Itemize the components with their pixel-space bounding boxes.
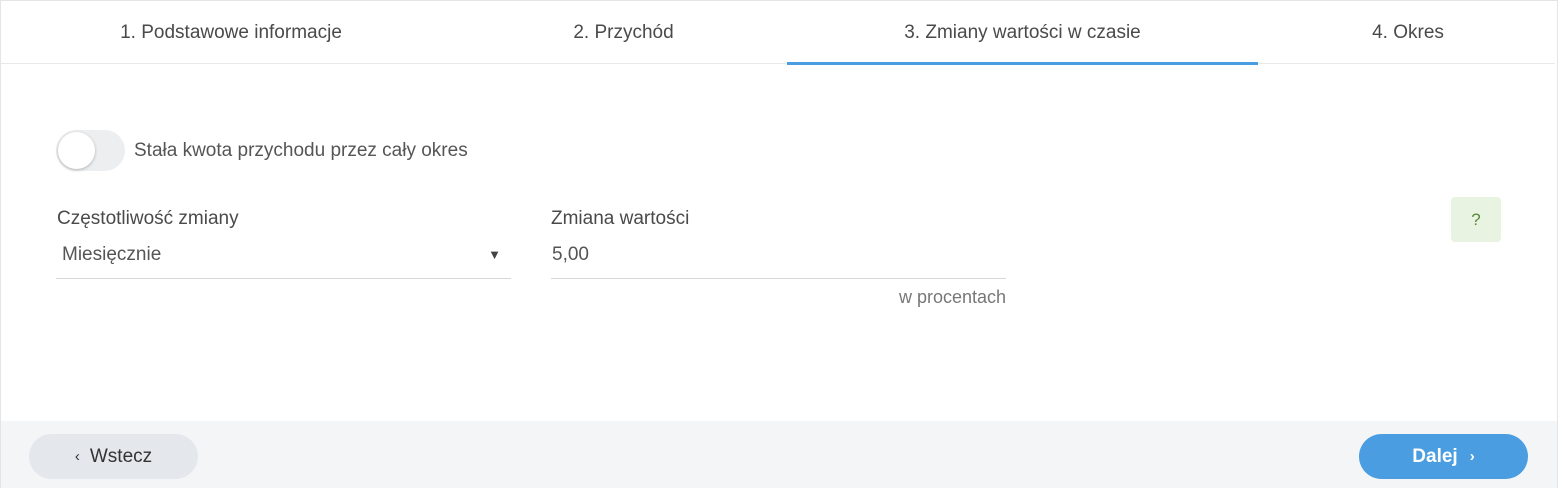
percent-hint: w procentach	[898, 287, 1006, 307]
active-tab-indicator	[787, 62, 1258, 65]
value-change-input[interactable]: 5,00	[551, 236, 1006, 279]
tab-value-changes[interactable]: 3. Zmiany wartości w czasie	[787, 1, 1258, 64]
chevron-right-icon: ›	[1469, 448, 1475, 465]
help-button[interactable]: ?	[1451, 197, 1501, 242]
dropdown-arrow-icon: ▼	[488, 247, 501, 262]
wizard-footer	[1, 421, 1557, 488]
frequency-select[interactable]: Miesięcznie ▼	[56, 236, 511, 279]
constant-amount-toggle-row: Stała kwota przychodu przez cały okres	[56, 130, 468, 171]
wizard-tabs: 1. Podstawowe informacje 2. Przychód 3. …	[1, 1, 1558, 65]
question-icon: ?	[1471, 209, 1481, 229]
frequency-value: Miesięcznie	[62, 244, 162, 265]
chevron-left-icon: ‹	[74, 448, 80, 465]
constant-amount-toggle[interactable]	[56, 130, 125, 171]
toggle-knob	[58, 132, 95, 169]
frequency-label: Częstotliwość zmiany	[57, 208, 239, 229]
next-button[interactable]: Dalej ›	[1359, 434, 1528, 479]
tab-period[interactable]: 4. Okres	[1258, 1, 1558, 64]
back-button[interactable]: ‹ Wstecz	[29, 434, 198, 479]
next-button-label: Dalej	[1412, 445, 1458, 467]
back-button-label: Wstecz	[89, 445, 153, 467]
value-change-label: Zmiana wartości	[551, 208, 690, 229]
value-change-value: 5,00	[552, 244, 589, 265]
constant-amount-label: Stała kwota przychodu przez cały okres	[134, 139, 468, 161]
